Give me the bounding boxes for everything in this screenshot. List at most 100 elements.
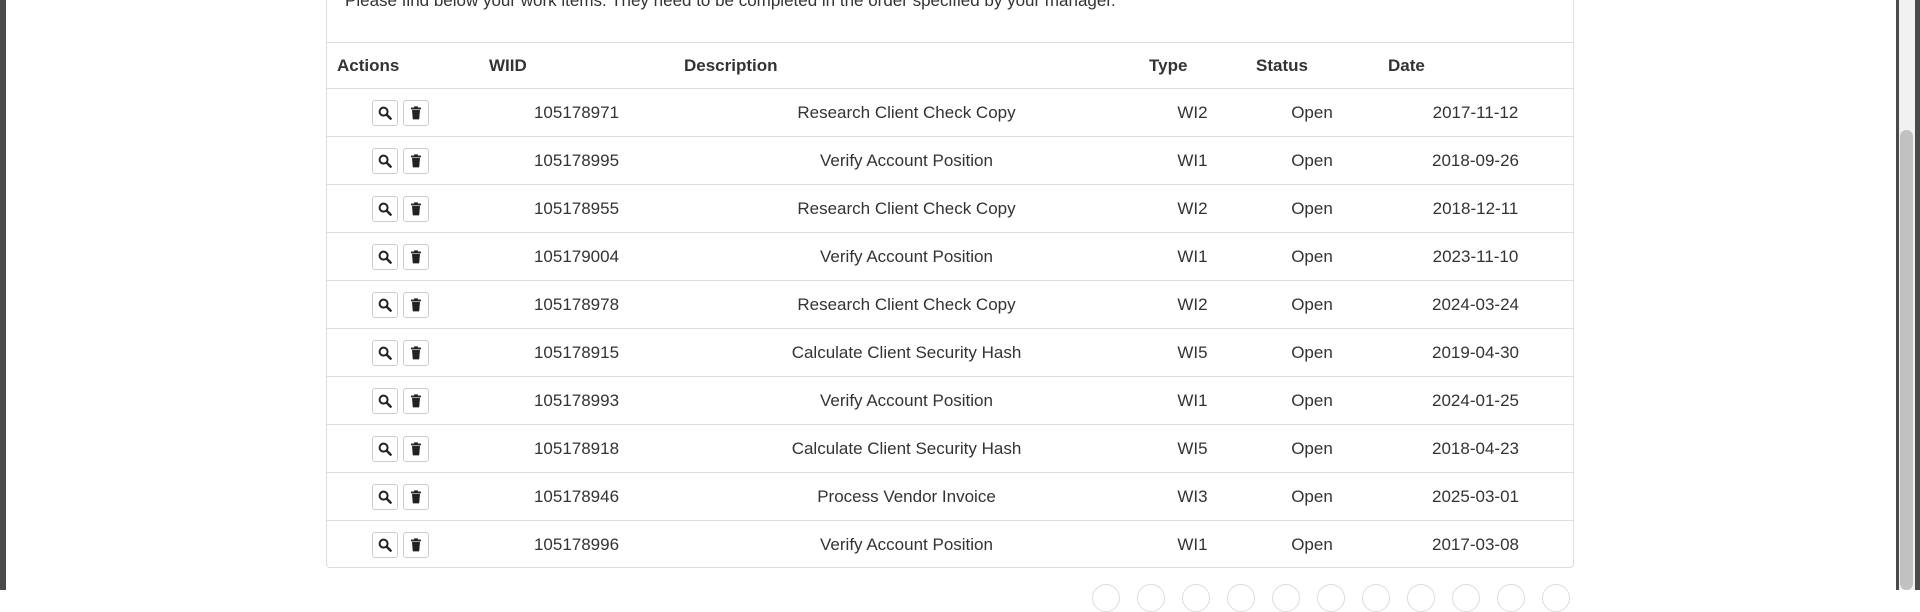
pagination-button[interactable] — [1362, 584, 1390, 612]
delete-button[interactable] — [403, 531, 429, 558]
view-button[interactable] — [372, 483, 398, 510]
header-status: Status — [1246, 42, 1378, 89]
cell-wiid: 105178995 — [479, 136, 674, 185]
delete-button[interactable] — [403, 291, 429, 318]
cell-wiid: 105178915 — [479, 328, 674, 377]
cell-wiid: 105178918 — [479, 424, 674, 473]
cell-description: Research Client Check Copy — [674, 184, 1139, 233]
table-row: 105178993 Verify Account Position WI1 Open 2… — [327, 376, 1573, 425]
scrollbar-thumb[interactable] — [1900, 130, 1913, 590]
delete-button[interactable] — [403, 339, 429, 366]
pagination-button[interactable] — [1272, 584, 1300, 612]
table-header-row: Actions WIID Description Type Status Dat… — [327, 42, 1573, 89]
pagination-button[interactable] — [1182, 584, 1210, 612]
cell-wiid: 105178978 — [479, 280, 674, 329]
pagination-button[interactable] — [1137, 584, 1165, 612]
cell-wiid: 105178971 — [533, 102, 620, 122]
pagination-button[interactable] — [1407, 584, 1435, 612]
pagination-button[interactable] — [1497, 584, 1525, 612]
delete-button[interactable] — [403, 243, 429, 270]
cell-type: WI3 — [1139, 472, 1246, 521]
cell-status: Open — [1246, 328, 1378, 377]
cell-wiid: 105179004 — [479, 232, 674, 281]
cell-wiid: 105178955 — [479, 184, 674, 233]
view-button[interactable] — [372, 291, 398, 318]
view-button[interactable] — [372, 435, 398, 462]
row-actions — [327, 520, 479, 567]
cell-type: WI5 — [1139, 424, 1246, 473]
cell-type: WI5 — [1139, 328, 1246, 377]
view-button[interactable] — [372, 531, 398, 558]
delete-button[interactable] — [403, 195, 429, 222]
header-actions: Actions — [327, 42, 479, 89]
intro-text: Please find below your work items. They … — [345, 0, 1116, 10]
view-button[interactable] — [372, 99, 398, 126]
pagination-button[interactable] — [1452, 584, 1480, 612]
view-button[interactable] — [372, 339, 398, 366]
table-row: 105179004 Verify Account Position WI1 Open 2… — [327, 232, 1573, 281]
header-description: Description — [674, 42, 1139, 89]
row-actions — [327, 280, 479, 329]
delete-button[interactable] — [403, 147, 429, 174]
cell-status: Open — [1246, 232, 1378, 281]
cell-type: WI2 — [1177, 102, 1208, 122]
cell-status: Open — [1246, 472, 1378, 521]
header-date: Date — [1378, 42, 1573, 89]
cell-description: Verify Account Position — [674, 520, 1139, 567]
pagination-button[interactable] — [1092, 584, 1120, 612]
window-left-edge — [0, 0, 6, 590]
table-row: 105178971 Research Client Check Copy WI2 Op… — [327, 89, 1573, 137]
cell-type: WI2 — [1139, 184, 1246, 233]
pagination-button[interactable] — [1542, 584, 1570, 612]
row-actions — [327, 472, 479, 521]
cell-description: Calculate Client Security Hash — [674, 328, 1139, 377]
row-actions — [327, 184, 479, 233]
cell-date: 2025-03-01 — [1378, 472, 1573, 521]
pagination-button[interactable] — [1227, 584, 1255, 612]
view-button[interactable] — [372, 195, 398, 222]
delete-button[interactable] — [403, 99, 429, 126]
cell-description: Verify Account Position — [674, 376, 1139, 425]
cell-status: Open — [1246, 136, 1378, 185]
cell-type: WI1 — [1139, 376, 1246, 425]
view-button[interactable] — [372, 387, 398, 414]
table-row: 105178915 Calculate Client Security Hash W… — [327, 328, 1573, 377]
cell-status: Open — [1246, 184, 1378, 233]
cell-wiid: 105178946 — [479, 472, 674, 521]
row-actions — [327, 232, 479, 281]
delete-button[interactable] — [403, 435, 429, 462]
cell-description: Research Client Check Copy — [674, 280, 1139, 329]
cell-status: Open — [1246, 424, 1378, 473]
table-row: 105178978 Research Client Check Copy WI2 Op… — [327, 280, 1573, 329]
pagination-button[interactable] — [1317, 584, 1345, 612]
cell-status: Open — [1291, 102, 1333, 122]
cell-date: 2019-04-30 — [1378, 328, 1573, 377]
cell-type: WI2 — [1139, 280, 1246, 329]
row-actions — [327, 328, 479, 377]
delete-button[interactable] — [403, 387, 429, 414]
cell-status: Open — [1246, 280, 1378, 329]
cell-date: 2024-03-24 — [1378, 280, 1573, 329]
pagination — [0, 584, 1920, 612]
cell-date: 2017-03-08 — [1378, 520, 1573, 567]
view-button[interactable] — [372, 147, 398, 174]
cell-wiid: 105178996 — [479, 520, 674, 567]
row-actions — [327, 424, 479, 473]
cell-type: WI1 — [1139, 520, 1246, 567]
table-row: 105178995 Verify Account Position WI1 Open 2… — [327, 136, 1573, 185]
cell-date: 2018-09-26 — [1378, 136, 1573, 185]
view-button[interactable] — [372, 243, 398, 270]
cell-date: 2018-12-11 — [1378, 184, 1573, 233]
table-row: 105178918 Calculate Client Security Hash W… — [327, 424, 1573, 473]
delete-button[interactable] — [403, 483, 429, 510]
cell-status: Open — [1246, 376, 1378, 425]
work-items-table: Actions WIID Description Type Status Dat… — [327, 42, 1573, 567]
cell-date: 2023-11-10 — [1378, 232, 1573, 281]
table-row: 105178996 Verify Account Position WI1 Open 2… — [327, 520, 1573, 567]
cell-wiid: 105178993 — [479, 376, 674, 425]
cell-status: Open — [1246, 520, 1378, 567]
header-type: Type — [1139, 42, 1246, 89]
row-actions — [327, 376, 479, 425]
cell-type: WI1 — [1139, 232, 1246, 281]
header-wiid: WIID — [479, 42, 674, 89]
